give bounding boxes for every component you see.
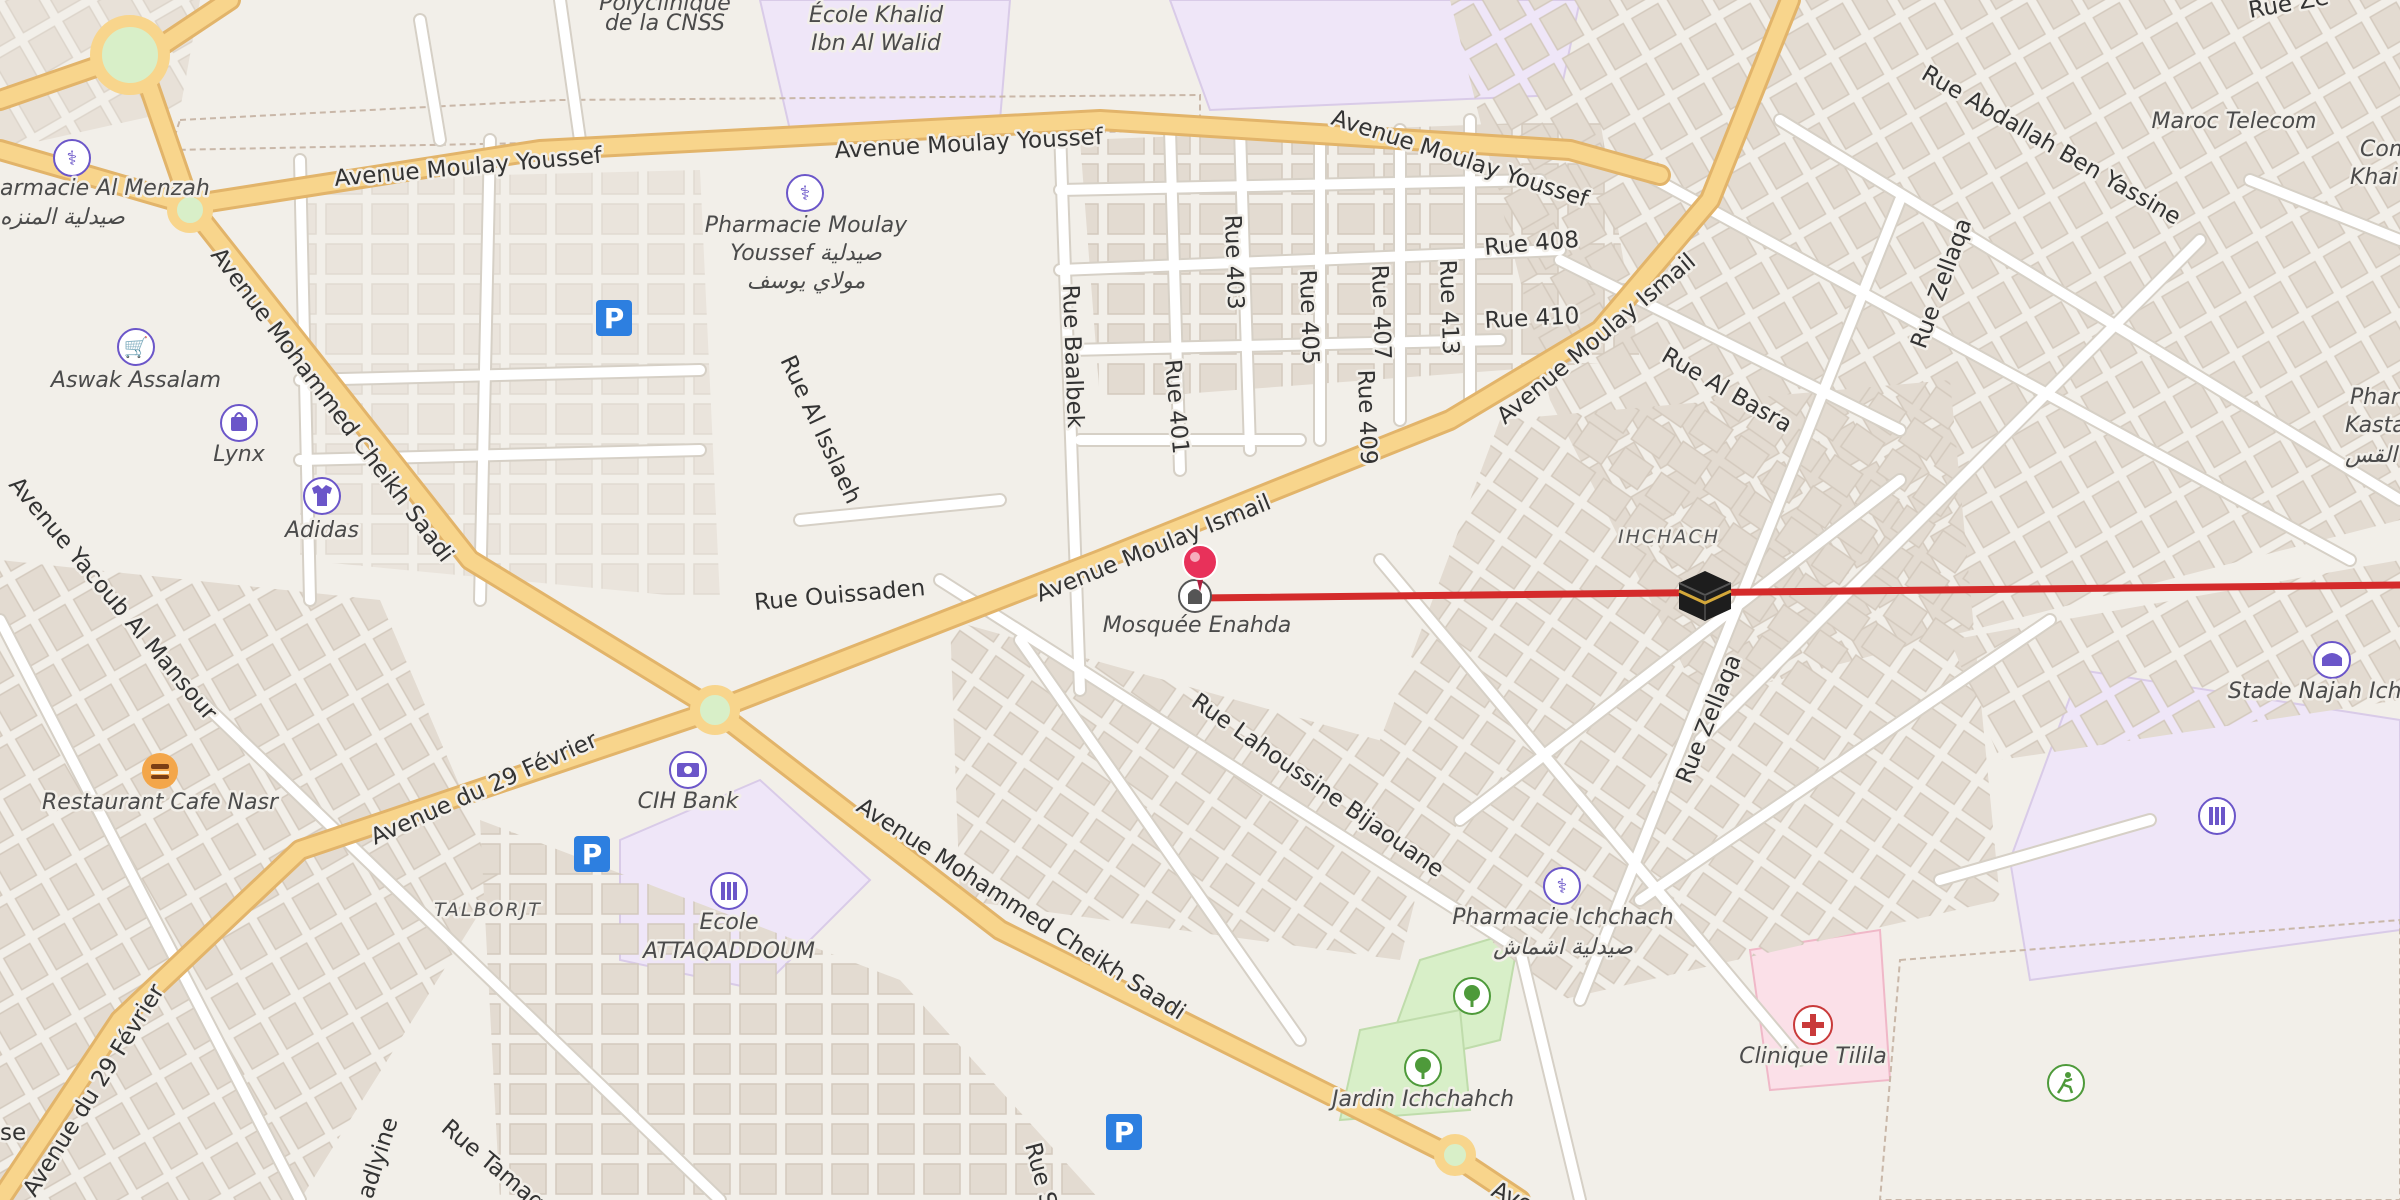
poi-label: Pharm [2350,385,2400,410]
poi-label: Ecole [699,910,758,935]
road-label: Rue Baalbek [1057,284,1088,429]
svg-text:P: P [582,838,603,871]
poi-label: صيدلية اشماش [1493,935,1633,960]
svg-text:⚕: ⚕ [67,146,78,170]
stadium-icon[interactable] [2313,641,2351,679]
shopping-cart-icon[interactable]: 🛒 [117,328,155,366]
svg-text:⚕: ⚕ [1557,874,1568,898]
shopping-bag-icon[interactable] [220,404,258,442]
svg-text:⚕: ⚕ [800,181,811,205]
poi-label: Pharmacie Moulay [705,213,908,238]
park-icon[interactable] [1453,977,1491,1015]
pharmacy-icon[interactable]: ⚕ [53,139,91,177]
parking-icon[interactable]: P [574,836,610,872]
hospital-icon[interactable] [1793,1005,1833,1045]
road-label: Rue 405 [1294,269,1323,365]
map-canvas[interactable]: Avenue Moulay Youssef Avenue Moulay Yous… [0,0,2400,1200]
parking-icon[interactable]: P [596,300,632,336]
poi-label: Adidas [283,518,359,543]
poi-label: Mosquée Enahda [1103,613,1292,638]
poi-label: Maroc Telecom [2152,109,2317,134]
bank-icon[interactable] [669,751,707,789]
svg-text:🛒: 🛒 [124,335,149,359]
svg-text:P: P [604,302,625,335]
pharmacy-icon[interactable]: ⚕ [786,174,824,212]
mosque-icon[interactable] [1178,579,1212,613]
poi-label: Jardin Ichchahch [1328,1087,1514,1112]
poi-label: de la CNSS [605,11,725,36]
road-label: Rue 410 [1484,303,1580,334]
poi-label: Youssef صيدلية [730,241,882,266]
road-label: Rue 407 [1366,264,1395,360]
svg-text:P: P [1114,1116,1135,1149]
poi-label: مولاي يوسف [747,269,866,294]
poi-label: Pharmacie Ichchach [1452,905,1673,930]
poi-label: القس [2345,443,2400,468]
poi-label: École Khalid [809,2,944,28]
poi-label: Clinique Tilila [1739,1044,1886,1069]
road-label: Rue 413 [1434,259,1463,355]
poi-label: CIH Bank [638,789,740,814]
district-label-talborjt: TALBORJT [434,899,542,921]
restaurant-icon[interactable] [142,753,178,789]
school-icon[interactable] [2198,797,2236,835]
parking-icon[interactable]: P [1106,1114,1142,1150]
poi-label: armacie Al Menzah [0,176,210,201]
poi-label: ATTAQADDOUM [641,939,815,964]
road-label: se [0,1120,26,1146]
poi-label: Khai [2350,165,2398,190]
poi-label: Kastalan [2345,413,2400,438]
poi-label: Com [2360,137,2400,162]
district-label-ihchach: IHCHACH [1618,526,1720,548]
road-label: Rue 403 [1219,214,1248,310]
poi-label: Stade Najah Ichc [2228,679,2400,704]
sports-icon[interactable] [2047,1064,2085,1102]
clothes-icon[interactable] [303,477,341,515]
poi-label: Aswak Assalam [49,368,221,393]
pharmacy-icon[interactable]: ⚕ [1543,867,1581,905]
school-icon[interactable] [710,872,748,910]
poi-label: Lynx [213,442,265,467]
poi-label: Restaurant Cafe Nasr [42,790,280,815]
poi-label: صيدلية المنزه [0,205,125,230]
park-icon[interactable] [1404,1049,1442,1087]
poi-label: Ibn Al Walid [811,31,942,56]
road-label: Rue 409 [1352,369,1381,465]
